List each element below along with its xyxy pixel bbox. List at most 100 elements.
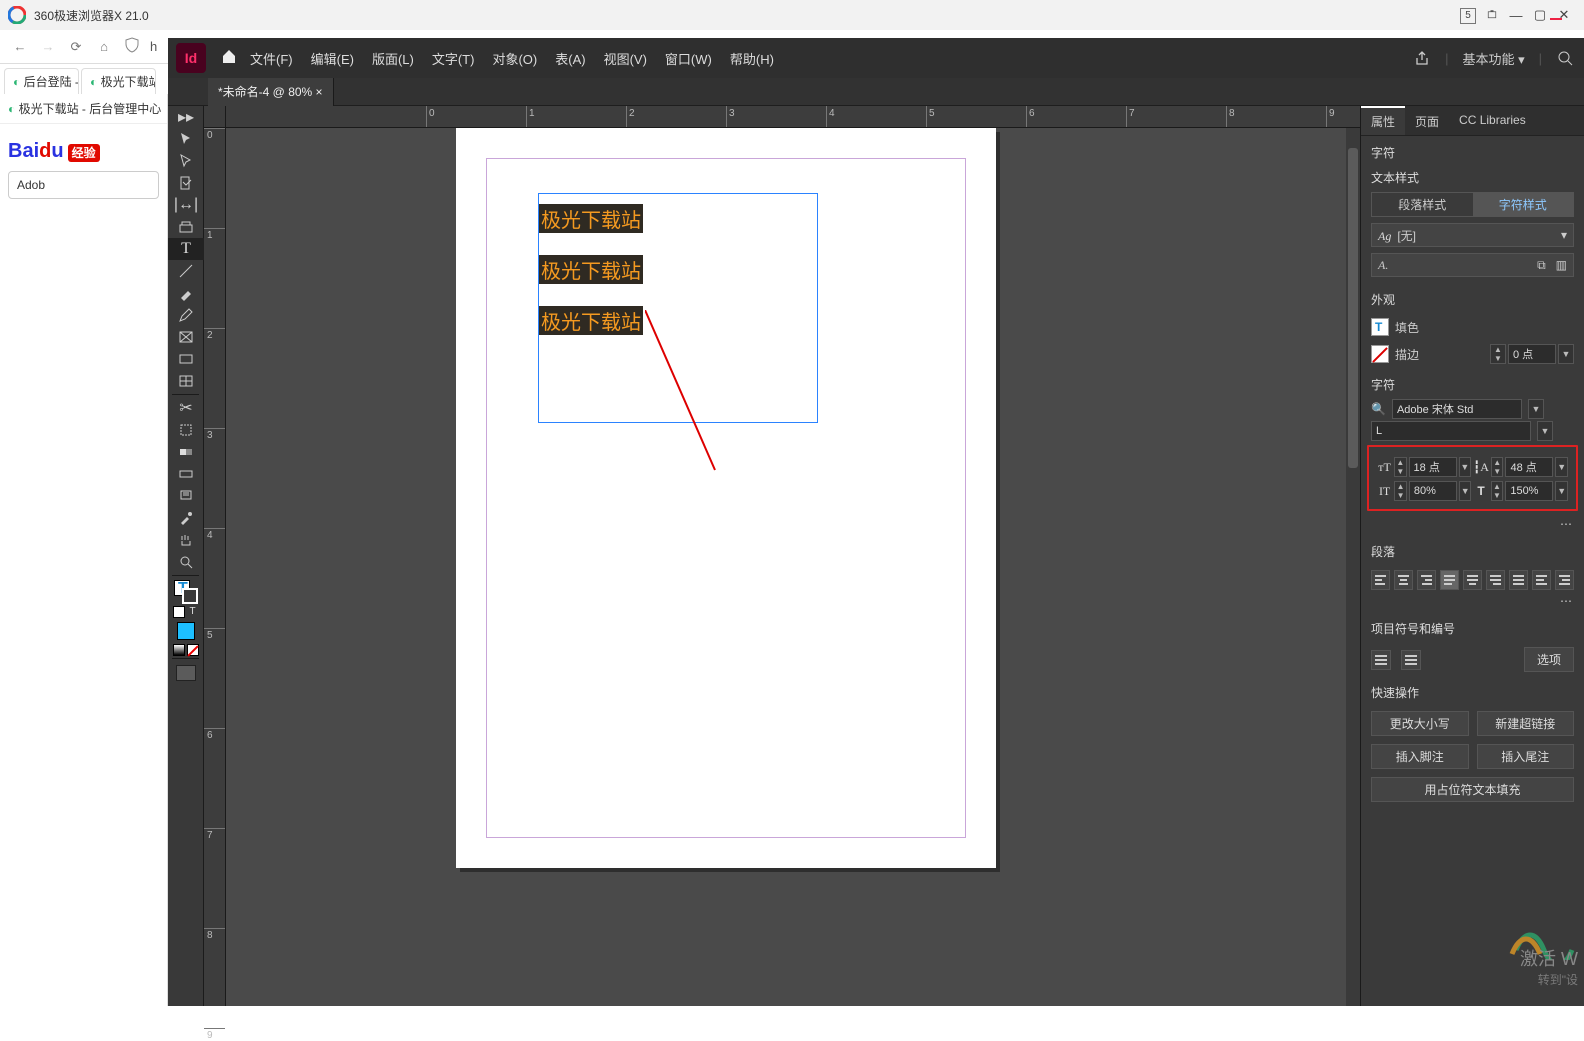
font-style-dropdown[interactable]: ▼	[1537, 421, 1553, 441]
gradient-feather-tool-icon[interactable]	[168, 463, 204, 485]
gap-tool-icon[interactable]: |↔|	[168, 194, 204, 216]
menu-file[interactable]: 文件(F)	[250, 49, 293, 68]
insert-footnote-button[interactable]: 插入脚注	[1371, 744, 1469, 769]
page-tool-icon[interactable]	[168, 172, 204, 194]
tab-character-style[interactable]: 字符样式	[1473, 193, 1574, 216]
justify-left-button[interactable]	[1440, 570, 1459, 590]
align-right-button[interactable]	[1417, 570, 1436, 590]
format-affects-icon[interactable]: T	[168, 606, 203, 618]
pen-tool-icon[interactable]	[168, 282, 204, 304]
sample-text-line[interactable]: 极光下载站	[539, 255, 643, 284]
fill-stroke-swatch[interactable]: T	[168, 578, 203, 606]
collapse-icon[interactable]: ▸▸	[168, 106, 204, 128]
nav-forward-icon[interactable]: →	[34, 39, 62, 54]
direct-selection-tool-icon[interactable]	[168, 150, 204, 172]
new-style-icon[interactable]: ⧉	[1537, 258, 1546, 273]
document-tab[interactable]: *未命名-4 @ 80% ×	[208, 78, 334, 106]
justify-center-button[interactable]	[1463, 570, 1482, 590]
menu-object[interactable]: 对象(O)	[492, 49, 537, 68]
menu-help[interactable]: 帮助(H)	[730, 49, 774, 68]
font-size-input[interactable]	[1409, 457, 1457, 477]
leading-input[interactable]	[1505, 457, 1553, 477]
minimize-button[interactable]: —	[1504, 8, 1528, 23]
menu-view[interactable]: 视图(V)	[604, 49, 647, 68]
note-tool-icon[interactable]	[168, 485, 204, 507]
hand-tool-icon[interactable]	[168, 529, 204, 551]
workspace-switcher[interactable]: 基本功能 ▾	[1462, 49, 1524, 68]
stroke-swatch-icon[interactable]	[1371, 345, 1389, 363]
font-size-dropdown[interactable]: ▼	[1459, 457, 1472, 477]
style-options-icon[interactable]: ▥	[1556, 258, 1567, 273]
rectangle-frame-tool-icon[interactable]	[168, 326, 204, 348]
fill-swatch-icon[interactable]: T	[1371, 318, 1389, 336]
vertical-scale-input[interactable]	[1409, 481, 1457, 501]
numbered-list-button[interactable]	[1401, 650, 1421, 670]
scrollbar-thumb[interactable]	[1348, 148, 1358, 468]
align-toward-spine-button[interactable]	[1555, 570, 1574, 590]
ruler-horizontal[interactable]	[226, 106, 1360, 128]
stroke-weight-input[interactable]	[1508, 344, 1556, 364]
ruler-origin[interactable]	[204, 106, 226, 128]
content-collector-tool-icon[interactable]	[168, 216, 204, 238]
home-icon[interactable]	[214, 48, 244, 69]
align-center-button[interactable]	[1394, 570, 1413, 590]
share-icon[interactable]	[1413, 49, 1431, 67]
tab-cc-libraries[interactable]: CC Libraries	[1449, 106, 1536, 135]
eyedropper-tool-icon[interactable]	[168, 507, 204, 529]
nav-home-icon[interactable]: ⌂	[90, 39, 118, 54]
nav-back-icon[interactable]: ←	[6, 39, 34, 54]
selection-tool-icon[interactable]	[168, 128, 204, 150]
pencil-tool-icon[interactable]	[168, 304, 204, 326]
align-away-spine-button[interactable]	[1532, 570, 1551, 590]
bulleted-list-button[interactable]	[1371, 650, 1391, 670]
extensions-icon[interactable]	[1480, 8, 1504, 23]
menu-type[interactable]: 文字(T)	[432, 49, 475, 68]
menu-window[interactable]: 窗口(W)	[665, 49, 712, 68]
screen-mode-icon[interactable]	[176, 665, 196, 681]
sample-text-line[interactable]: 极光下载站	[539, 306, 643, 335]
text-frame[interactable]: 极光下载站 极光下载站 极光下载站	[538, 193, 818, 423]
viewport[interactable]: 极光下载站 极光下载站 极光下载站	[226, 128, 1346, 1006]
bullets-options-button[interactable]: 选项	[1524, 647, 1574, 672]
fill-placeholder-button[interactable]: 用占位符文本填充	[1371, 777, 1574, 802]
stroke-weight-spinner[interactable]: ▲▼	[1490, 344, 1506, 364]
font-style-input[interactable]	[1371, 421, 1531, 441]
table-tool-icon[interactable]	[168, 370, 204, 392]
vertical-scrollbar[interactable]	[1346, 128, 1360, 1006]
stroke-weight-dropdown[interactable]: ▼	[1558, 344, 1574, 364]
insert-endnote-button[interactable]: 插入尾注	[1477, 744, 1575, 769]
justify-all-button[interactable]	[1509, 570, 1528, 590]
nav-reload-icon[interactable]: ⟳	[62, 39, 90, 55]
line-tool-icon[interactable]	[168, 260, 204, 282]
change-case-button[interactable]: 更改大小写	[1371, 711, 1469, 736]
browser-tab[interactable]: ◐ 极光下载站 - 后台管理中心	[0, 94, 167, 124]
gradient-swatch-tool-icon[interactable]	[168, 441, 204, 463]
browser-tab[interactable]: ◐ 极光下载站	[81, 68, 156, 94]
rectangle-tool-icon[interactable]	[168, 348, 204, 370]
tab-pages[interactable]: 页面	[1405, 106, 1449, 135]
more-options-icon[interactable]: ⋯	[1361, 517, 1584, 535]
vertical-scale-dropdown[interactable]: ▼	[1459, 481, 1472, 501]
leading-dropdown[interactable]: ▼	[1555, 457, 1568, 477]
maximize-button[interactable]: ▢	[1528, 7, 1552, 23]
horizontal-scale-spinner[interactable]: ▲▼	[1491, 481, 1504, 501]
tab-count-badge[interactable]: 5	[1456, 6, 1480, 24]
font-family-input[interactable]	[1392, 399, 1522, 419]
scissors-tool-icon[interactable]: ✂	[168, 397, 204, 419]
apply-color-icon[interactable]	[177, 622, 195, 640]
free-transform-tool-icon[interactable]	[168, 419, 204, 441]
search-icon[interactable]	[1556, 49, 1574, 67]
character-style-dropdown[interactable]: Ag[无]▾	[1371, 223, 1574, 247]
font-family-dropdown[interactable]: ▼	[1528, 399, 1544, 419]
menu-edit[interactable]: 编辑(E)	[311, 49, 354, 68]
vertical-scale-spinner[interactable]: ▲▼	[1394, 481, 1407, 501]
leading-spinner[interactable]: ▲▼	[1491, 457, 1504, 477]
baidu-search-input[interactable]: Adob	[8, 171, 159, 199]
horizontal-scale-dropdown[interactable]: ▼	[1555, 481, 1568, 501]
menu-table[interactable]: 表(A)	[555, 49, 585, 68]
shield-icon[interactable]	[118, 37, 146, 56]
type-tool-icon[interactable]: T	[168, 238, 204, 260]
zoom-tool-icon[interactable]	[168, 551, 204, 573]
more-options-icon[interactable]: ⋯	[1361, 594, 1584, 612]
justify-right-button[interactable]	[1486, 570, 1505, 590]
